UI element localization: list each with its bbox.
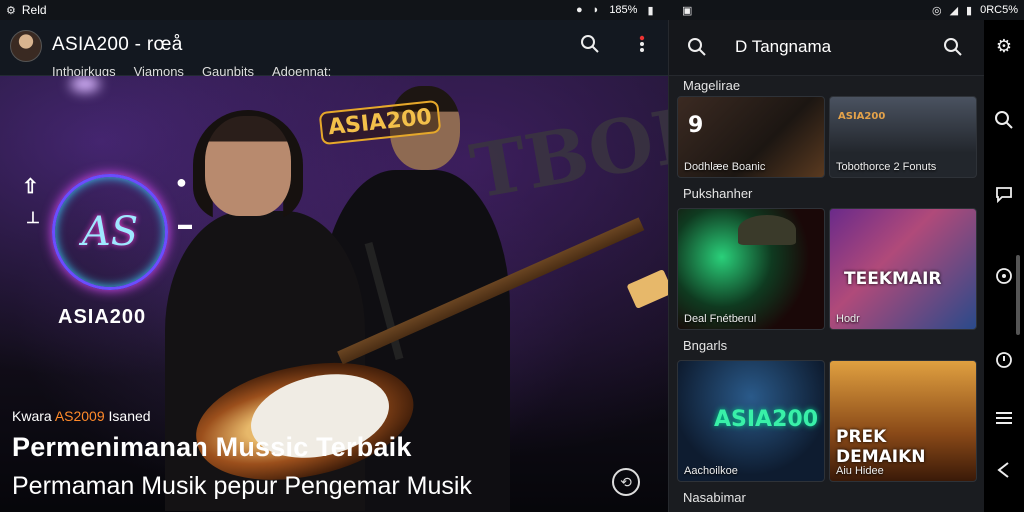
refresh-icon[interactable] [992, 264, 1016, 288]
card-poster-text: PREK DEMAIKN [836, 427, 926, 467]
right-panel: D Tangnama Magelirae 9 Dodhlæe Boanic AS… [668, 20, 984, 512]
main-header: ASIA200 - rœå Inthoirkugs Viamons Gaunbi… [0, 20, 668, 79]
page-title: ASIA200 - rœå [52, 34, 183, 55]
logo-text: ASIA200 [58, 306, 147, 328]
eyebrow-prefix: Kwara [12, 408, 52, 424]
info-icon[interactable] [992, 348, 1016, 372]
card-caption: Tobothorce 2 Fonuts [836, 161, 937, 173]
media-card[interactable]: 9 Dodhlæe Boanic [677, 96, 825, 178]
hero-banner[interactable]: TBOIK ASIA200 ⇧ ⊥ ● ▬ AS ASIA200 Kwara A… [0, 76, 668, 512]
brand-logo: AS [52, 174, 168, 290]
panel-search-icon-2[interactable] [943, 37, 963, 62]
section-label-4: Nasabimar [683, 490, 746, 505]
scrollbar[interactable] [1016, 255, 1020, 335]
settings-status-icon: ⚙ [6, 4, 16, 17]
card-badge: 9 [688, 113, 704, 138]
section-label-2: Pukshanher [683, 186, 753, 201]
dot-icon: ● [176, 172, 187, 192]
location-icon: ● [576, 4, 583, 16]
dash-icon: ⊥ [26, 210, 40, 227]
search-icon[interactable] [992, 108, 1016, 132]
media-card[interactable]: PREK DEMAIKN Aiu Hidee [829, 360, 977, 482]
card-poster-text: ASIA200 [714, 407, 819, 432]
share-icon[interactable]: ⟲ [612, 468, 640, 496]
status-battery-label: 185% [609, 4, 638, 16]
card-caption: Aiu Hidee [836, 465, 884, 477]
hero-subtitle: Permaman Musik pepur Pengemar Musik [12, 472, 472, 500]
eyebrow-suffix: Isaned [108, 408, 151, 424]
hat-figure [738, 215, 796, 245]
status-bar: ⚙ Reld ● ◗ 185% ▮ ▣ ◎ ◢ ▮ 0RC5% [0, 0, 1024, 20]
more-options-icon[interactable] [636, 34, 648, 59]
notification-icon: ▣ [682, 4, 693, 17]
back-icon[interactable] [992, 458, 1016, 482]
search-icon[interactable] [580, 34, 600, 59]
avatar[interactable] [10, 30, 42, 62]
stage-light [70, 76, 100, 92]
media-card[interactable]: TEEKMAIR Hodr [829, 208, 977, 330]
eyebrow-highlight: AS2009 [54, 408, 105, 424]
sync-icon: ◎ [931, 4, 942, 17]
minus-icon: ▬ [178, 216, 192, 232]
hero-eyebrow: Kwara AS2009 Isaned [12, 408, 151, 424]
guitar-headstock [626, 268, 668, 310]
card-caption: Dodhlæe Boanic [684, 161, 766, 173]
panel-title: D Tangnama [735, 37, 832, 56]
media-card[interactable]: Deal Fnétberul [677, 208, 825, 330]
battery-icon: ▮ [647, 4, 654, 17]
card-caption: Aachoilkoe [684, 465, 738, 477]
panel-search-icon[interactable] [687, 37, 707, 62]
logo-monogram: AS [81, 209, 139, 255]
card-poster-text: TEEKMAIR [844, 269, 942, 289]
media-card[interactable]: ASIA200 Tobothorce 2 Fonuts [829, 96, 977, 178]
section-label-3: Bngarls [683, 338, 728, 353]
status-left-label: Reld [21, 3, 47, 17]
up-arrow-icon: ⇧ [22, 176, 39, 198]
status-right-label: 0RC5% [980, 4, 1018, 16]
gear-icon[interactable]: ⚙ [992, 34, 1016, 58]
card-caption: Hodr [836, 313, 860, 325]
card-poster-text: ASIA200 [838, 111, 886, 122]
wifi-icon: ◗ [592, 4, 600, 16]
main-content: ASIA200 - rœå Inthoirkugs Viamons Gaunbi… [0, 20, 668, 512]
hero-title: Permenimanan Mussic Terbaik [12, 432, 412, 462]
media-card[interactable]: ASIA200 Aachoilkoe [677, 360, 825, 482]
panel-header: D Tangnama [669, 20, 984, 76]
card-caption: Deal Fnétberul [684, 313, 757, 325]
signal-icon: ◢ [949, 4, 959, 17]
section-label-1: Magelirae [683, 78, 741, 93]
chat-icon[interactable] [992, 182, 1016, 206]
battery-icon-right: ▮ [966, 4, 973, 17]
menu-icon[interactable] [992, 406, 1016, 430]
